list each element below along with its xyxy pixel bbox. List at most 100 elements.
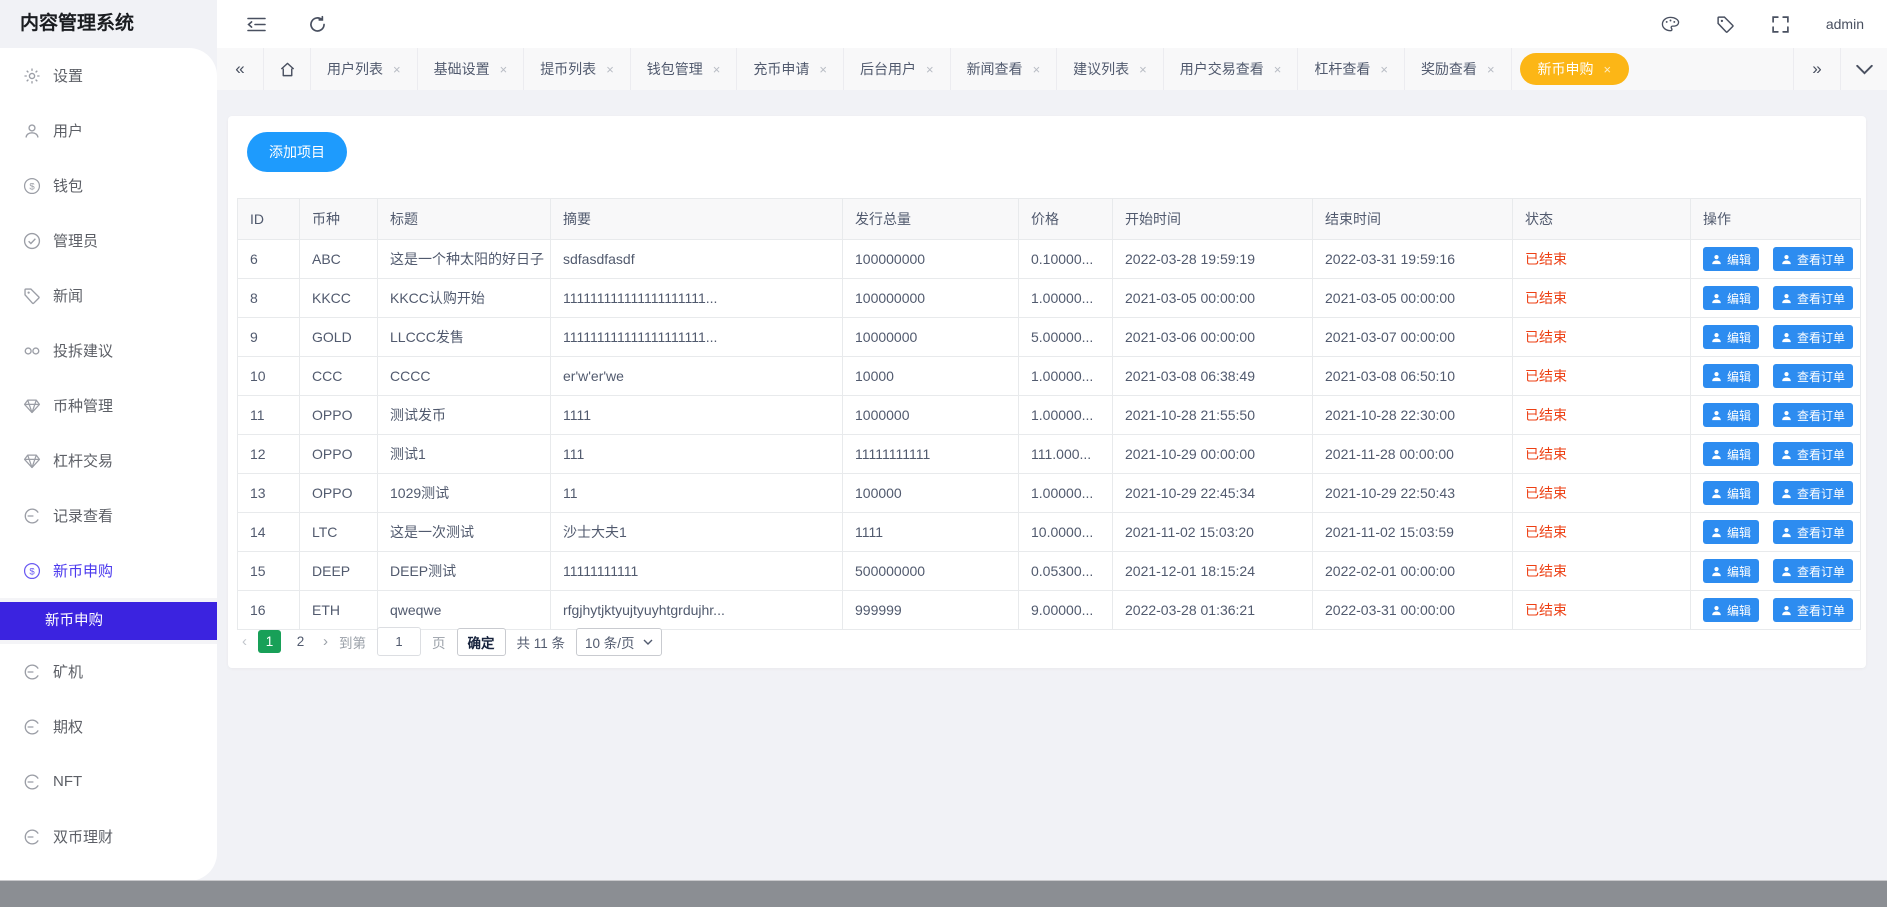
tab-close-icon[interactable]: × (1487, 62, 1495, 77)
view-orders-button[interactable]: 查看订单 (1773, 559, 1853, 583)
tab-close-icon[interactable]: × (926, 62, 934, 77)
sidebar-item[interactable]: $钱包 (0, 158, 217, 213)
sidebar-item[interactable]: 投拆建议 (0, 323, 217, 378)
tab-close-icon[interactable]: × (1274, 62, 1282, 77)
tab-close-icon[interactable]: × (500, 62, 508, 77)
tab[interactable]: 用户列表× (311, 48, 418, 90)
page-number-active[interactable]: 1 (258, 630, 281, 653)
tabs-menu-chevron-icon[interactable] (1840, 48, 1887, 90)
tag-icon[interactable] (1716, 15, 1735, 34)
cell-total: 100000 (843, 474, 1019, 513)
edit-button[interactable]: 编辑 (1703, 247, 1759, 271)
person-icon (1781, 605, 1792, 616)
sidebar-item[interactable]: 新闻 (0, 268, 217, 323)
edit-button[interactable]: 编辑 (1703, 364, 1759, 388)
sidebar-item[interactable]: 期权 (0, 699, 217, 754)
add-item-button[interactable]: 添加项目 (247, 132, 347, 172)
view-orders-button[interactable]: 查看订单 (1773, 364, 1853, 388)
edit-button[interactable]: 编辑 (1703, 325, 1759, 349)
edit-button[interactable]: 编辑 (1703, 559, 1759, 583)
edit-button[interactable]: 编辑 (1703, 481, 1759, 505)
tabs-scroll-right-icon[interactable]: » (1793, 48, 1840, 90)
cell-summary: er'w'er'we (551, 357, 843, 396)
shield-check-icon (23, 232, 41, 250)
sidebar-item[interactable]: NFT (0, 754, 217, 809)
view-orders-button[interactable]: 查看订单 (1773, 598, 1853, 622)
cell-summary: 11 (551, 474, 843, 513)
tab[interactable]: 建议列表× (1057, 48, 1164, 90)
per-page-select[interactable]: 10 条/页 (576, 628, 662, 656)
action-button-label: 查看订单 (1797, 485, 1845, 502)
per-page-label: 10 条/页 (585, 632, 635, 652)
view-orders-button[interactable]: 查看订单 (1773, 520, 1853, 544)
goto-page-input[interactable] (377, 627, 421, 656)
view-orders-button[interactable]: 查看订单 (1773, 442, 1853, 466)
tab-close-icon[interactable]: × (713, 62, 721, 77)
tab[interactable]: 充币申请× (737, 48, 844, 90)
cell-coin: GOLD (300, 318, 378, 357)
edit-button[interactable]: 编辑 (1703, 442, 1759, 466)
view-orders-button[interactable]: 查看订单 (1773, 247, 1853, 271)
palette-icon[interactable] (1661, 15, 1680, 34)
svg-text:$: $ (29, 181, 35, 192)
sidebar-item[interactable]: 记录查看 (0, 488, 217, 543)
sidebar-item[interactable]: $新币申购 (0, 543, 217, 598)
tabs-scroll-left-icon[interactable]: « (217, 48, 264, 90)
goto-confirm-button[interactable]: 确定 (457, 628, 506, 656)
data-table: ID币种标题摘要发行总量价格开始时间结束时间状态操作 6ABC这是一个种太阳的好… (237, 198, 1861, 630)
fullscreen-icon[interactable] (1771, 15, 1790, 34)
column-header[interactable]: ID (238, 199, 300, 240)
sidebar-item[interactable]: 管理员 (0, 213, 217, 268)
menu-toggle-icon[interactable] (247, 15, 266, 34)
sidebar-item[interactable]: 用户 (0, 103, 217, 158)
edit-button[interactable]: 编辑 (1703, 403, 1759, 427)
edit-button[interactable]: 编辑 (1703, 286, 1759, 310)
view-orders-button[interactable]: 查看订单 (1773, 403, 1853, 427)
actions-cell: 编辑查看订单 (1691, 396, 1861, 435)
gear-icon (23, 67, 41, 85)
next-page-icon[interactable]: › (323, 633, 328, 650)
sidebar-item[interactable]: 设置 (0, 48, 217, 103)
sidebar-item[interactable]: 杠杆交易 (0, 433, 217, 488)
status-cell: 已结束 (1513, 552, 1691, 591)
tab[interactable]: 新闻查看× (951, 48, 1058, 90)
tab[interactable]: 杠杆查看× (1298, 48, 1405, 90)
page-number-list: 12 (258, 630, 312, 653)
tab-close-icon[interactable]: × (606, 62, 614, 77)
tab[interactable]: 基础设置× (418, 48, 525, 90)
sidebar-item[interactable]: 双币理财 (0, 809, 217, 864)
refresh-icon[interactable] (308, 15, 327, 34)
sidebar-item-label: 期权 (53, 716, 83, 737)
status-cell: 已结束 (1513, 396, 1691, 435)
view-orders-button[interactable]: 查看订单 (1773, 481, 1853, 505)
tab[interactable]: 钱包管理× (631, 48, 738, 90)
tab[interactable]: 提币列表× (524, 48, 631, 90)
cell-summary: rfgjhytjktyujtyuyhtgrdujhr... (551, 591, 843, 630)
tab-close-icon[interactable]: × (393, 62, 401, 77)
sidebar-item-label: 杠杆交易 (53, 450, 113, 471)
tab[interactable]: 用户交易查看× (1164, 48, 1299, 90)
cell-coin: OPPO (300, 396, 378, 435)
page-number[interactable]: 2 (289, 630, 312, 653)
view-orders-button[interactable]: 查看订单 (1773, 325, 1853, 349)
edit-button[interactable]: 编辑 (1703, 598, 1759, 622)
prev-page-icon[interactable]: ‹ (242, 633, 247, 650)
tab-close-icon[interactable]: × (1380, 62, 1388, 77)
tab[interactable]: 奖励查看× (1405, 48, 1512, 90)
tab-active[interactable]: 新币申购× (1520, 53, 1630, 85)
sidebar-subitem-active[interactable]: 新币申购 (0, 602, 217, 640)
tab-close-icon[interactable]: × (1604, 62, 1612, 77)
person-icon (1781, 410, 1792, 421)
tab[interactable]: 后台用户× (844, 48, 951, 90)
edit-button[interactable]: 编辑 (1703, 520, 1759, 544)
tab-close-icon[interactable]: × (1033, 62, 1041, 77)
actions-cell: 编辑查看订单 (1691, 318, 1861, 357)
sidebar-item[interactable]: 币种管理 (0, 378, 217, 433)
tab-close-icon[interactable]: × (819, 62, 827, 77)
person-icon (1711, 566, 1722, 577)
sidebar-item[interactable]: 矿机 (0, 644, 217, 699)
view-orders-button[interactable]: 查看订单 (1773, 286, 1853, 310)
user-menu[interactable]: admin (1826, 16, 1871, 32)
tab-close-icon[interactable]: × (1139, 62, 1147, 77)
home-tab-icon[interactable] (264, 48, 311, 90)
